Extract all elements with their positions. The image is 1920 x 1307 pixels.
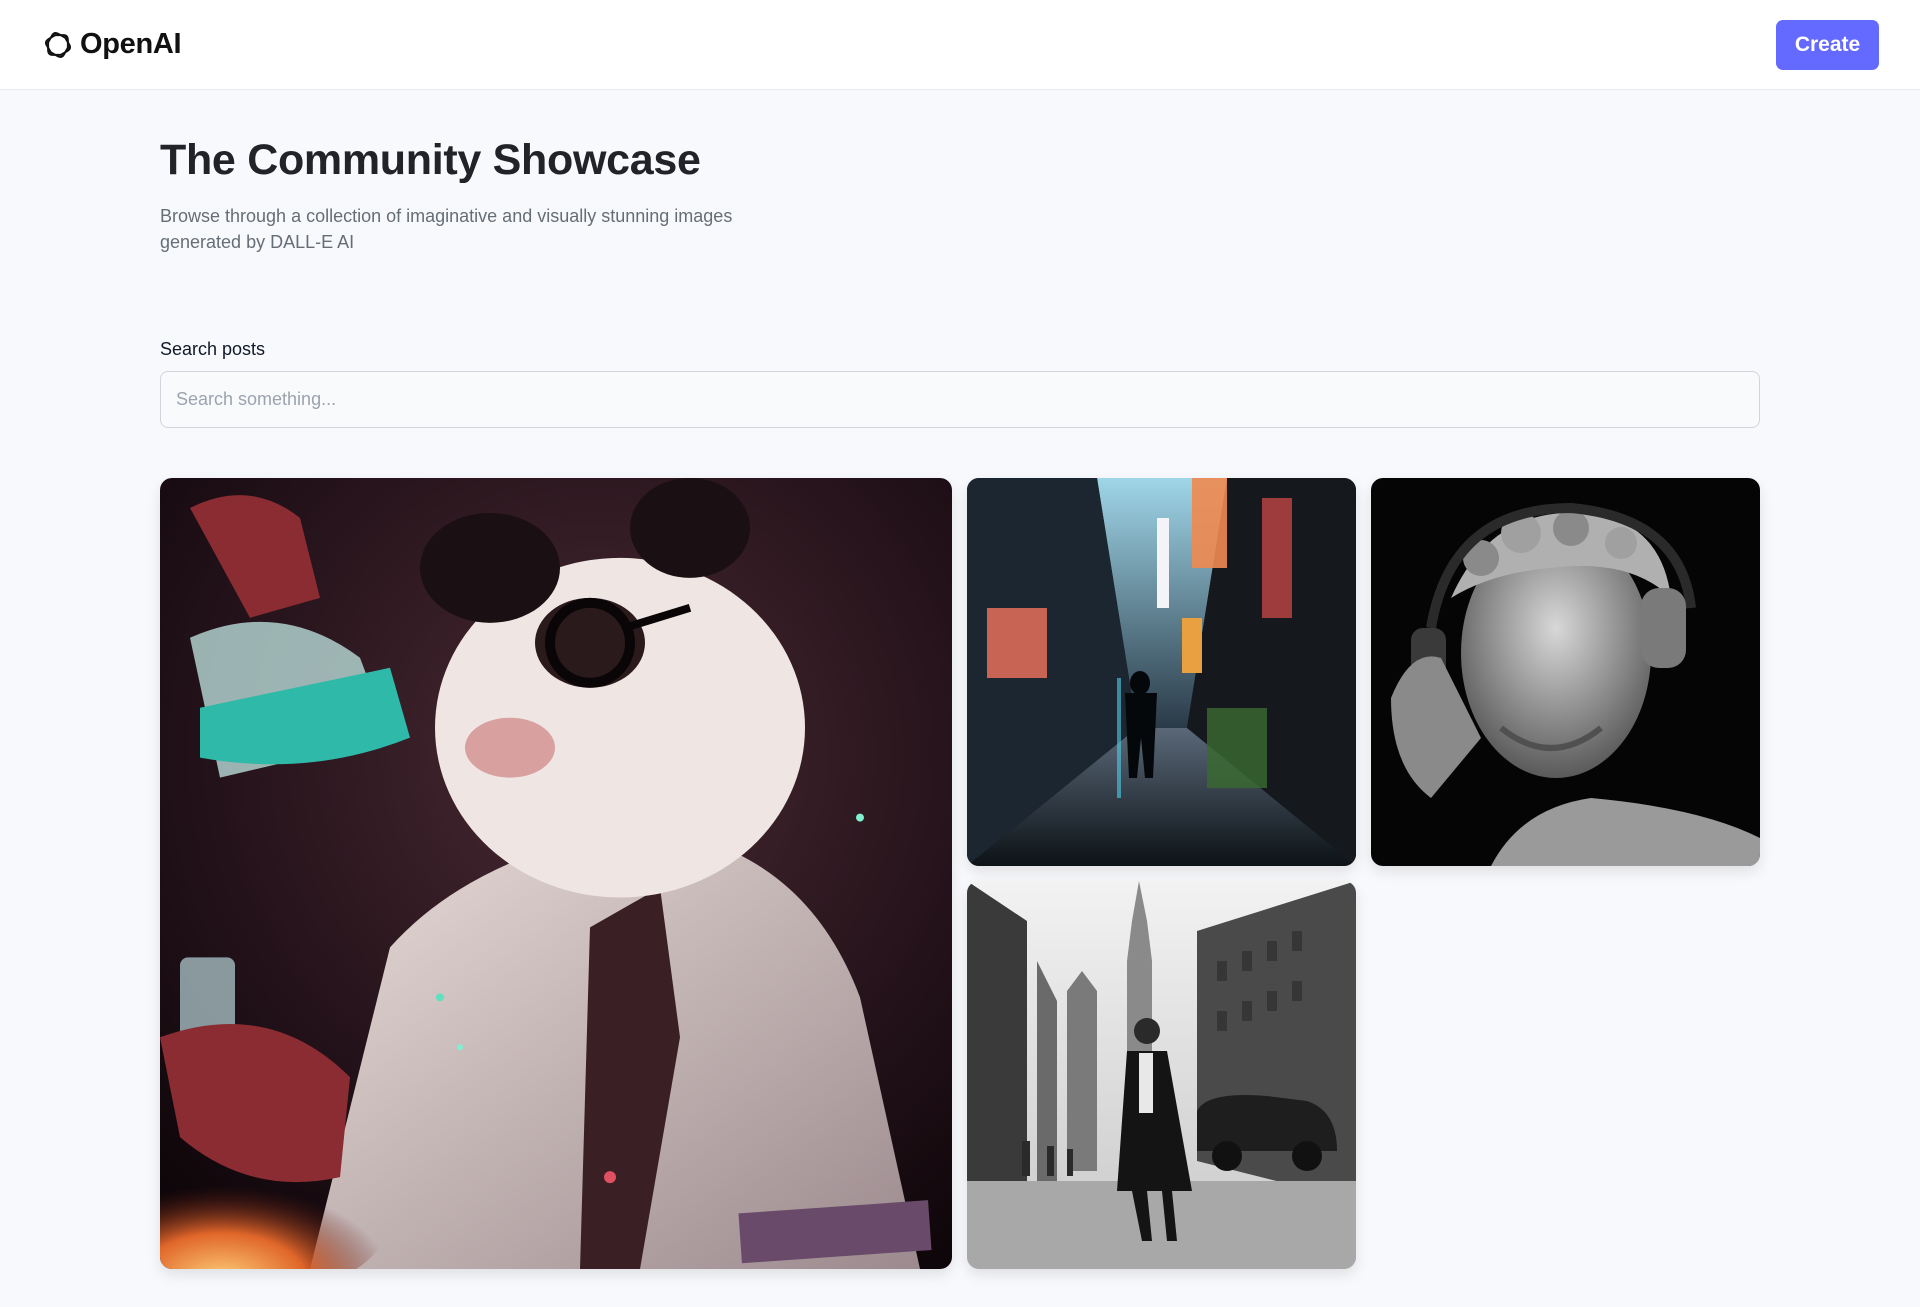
panda-scientist-image <box>160 478 952 1269</box>
gallery-card-panda-scientist[interactable] <box>160 478 952 1269</box>
search-section: Search posts <box>160 339 1760 428</box>
brand-name: OpenAI <box>80 28 182 60</box>
create-button[interactable]: Create <box>1776 19 1879 70</box>
top-navbar: OpenAI Create <box>0 0 1920 90</box>
gallery-card-neon-street[interactable] <box>967 478 1356 866</box>
search-input[interactable] <box>160 371 1760 428</box>
image-gallery <box>160 478 1760 1269</box>
page-subtitle: Browse through a collection of imaginati… <box>160 206 733 252</box>
statue-headphones-image <box>1371 478 1760 866</box>
main-content: The Community Showcase Browse through a … <box>160 90 1760 1269</box>
openai-logo-icon <box>40 27 76 63</box>
city-man-image <box>967 881 1356 1269</box>
page-title: The Community Showcase <box>160 136 701 184</box>
gallery-card-statue-headphones[interactable] <box>1371 478 1760 866</box>
brand-logo-link[interactable]: OpenAI <box>40 27 182 63</box>
search-label: Search posts <box>160 339 266 359</box>
gallery-card-city-man[interactable] <box>967 881 1356 1269</box>
neon-street-image <box>967 478 1356 866</box>
